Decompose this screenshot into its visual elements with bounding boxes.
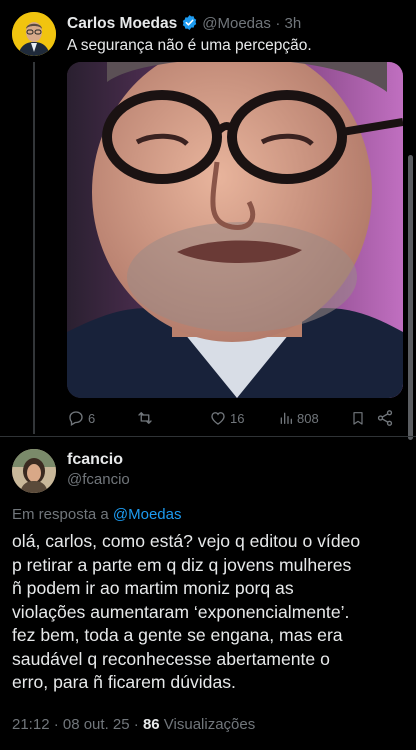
retweet-button[interactable]: [135, 409, 155, 432]
in-reply-handle-link[interactable]: @Moedas: [113, 506, 182, 523]
reply-timestamp[interactable]: 21:12 · 08 out. 25 ·: [12, 716, 139, 733]
like-button[interactable]: 16: [209, 409, 244, 427]
reply-text-line: erro, para ñ ficarem dúvidas.: [12, 672, 236, 692]
reply-text-line: olá, carlos, como está? vejo q editou o …: [12, 531, 361, 551]
author-handle[interactable]: @Moedas: [202, 15, 271, 32]
reply-text: olá, carlos, como está? vejo q editou o …: [12, 530, 408, 695]
reply-text-line: violações aumentaram ‘exponencialmente’.: [12, 601, 350, 622]
reply-count: 6: [88, 410, 96, 426]
reply-text-line: saudável q reconhecesse abertamente o: [12, 648, 330, 669]
share-button[interactable]: [376, 409, 394, 432]
tweet-actions: 6 16 808: [67, 409, 403, 429]
tweet-video[interactable]: [67, 62, 403, 398]
views-button[interactable]: 808: [278, 409, 319, 427]
in-reply-to: Em resposta a @Moedas: [12, 506, 181, 523]
retweet-icon: [138, 412, 152, 424]
reply-button[interactable]: 6: [67, 409, 95, 427]
reply-text-line: ñ podem ir ao martim moniz porq as: [12, 578, 294, 598]
author-name[interactable]: Carlos Moedas: [67, 15, 177, 32]
reply-views-label: Visualizações: [163, 716, 256, 733]
reply-icon: [69, 411, 83, 426]
reply-text-line: p retirar a parte em q diz q jovens mulh…: [12, 554, 352, 575]
video-frame: [67, 62, 403, 398]
reply-author-handle[interactable]: @fcancio: [67, 471, 130, 488]
tweet-header: Carlos Moedas @Moedas · 3h: [67, 14, 301, 36]
reply-author-avatar[interactable]: [12, 449, 56, 493]
thread-connector: [33, 62, 35, 434]
like-count: 16: [230, 410, 245, 426]
view-count: 808: [297, 410, 319, 426]
scrollbar-thumb[interactable]: [408, 155, 413, 440]
heart-icon: [211, 412, 225, 425]
reply-meta: 21:12 · 08 out. 25 · 86 Visualizações: [12, 716, 255, 733]
tweet-text: A segurança não é uma percepção.: [67, 37, 312, 54]
in-reply-label: Em resposta a: [12, 506, 109, 523]
reply-views-count: 86: [142, 716, 160, 733]
share-icon: [377, 410, 393, 426]
reply-author-name[interactable]: fcancio: [67, 451, 123, 469]
bookmark-icon: [353, 412, 363, 425]
author-avatar[interactable]: [12, 12, 56, 56]
tweet-time[interactable]: · 3h: [275, 15, 301, 32]
bar-chart-icon: [280, 412, 292, 424]
divider: [0, 436, 416, 437]
reply-text-line: fez bem, toda a gente se engana, mas era: [12, 625, 343, 645]
verified-badge-icon: [181, 14, 198, 36]
bookmark-button[interactable]: [350, 409, 366, 432]
